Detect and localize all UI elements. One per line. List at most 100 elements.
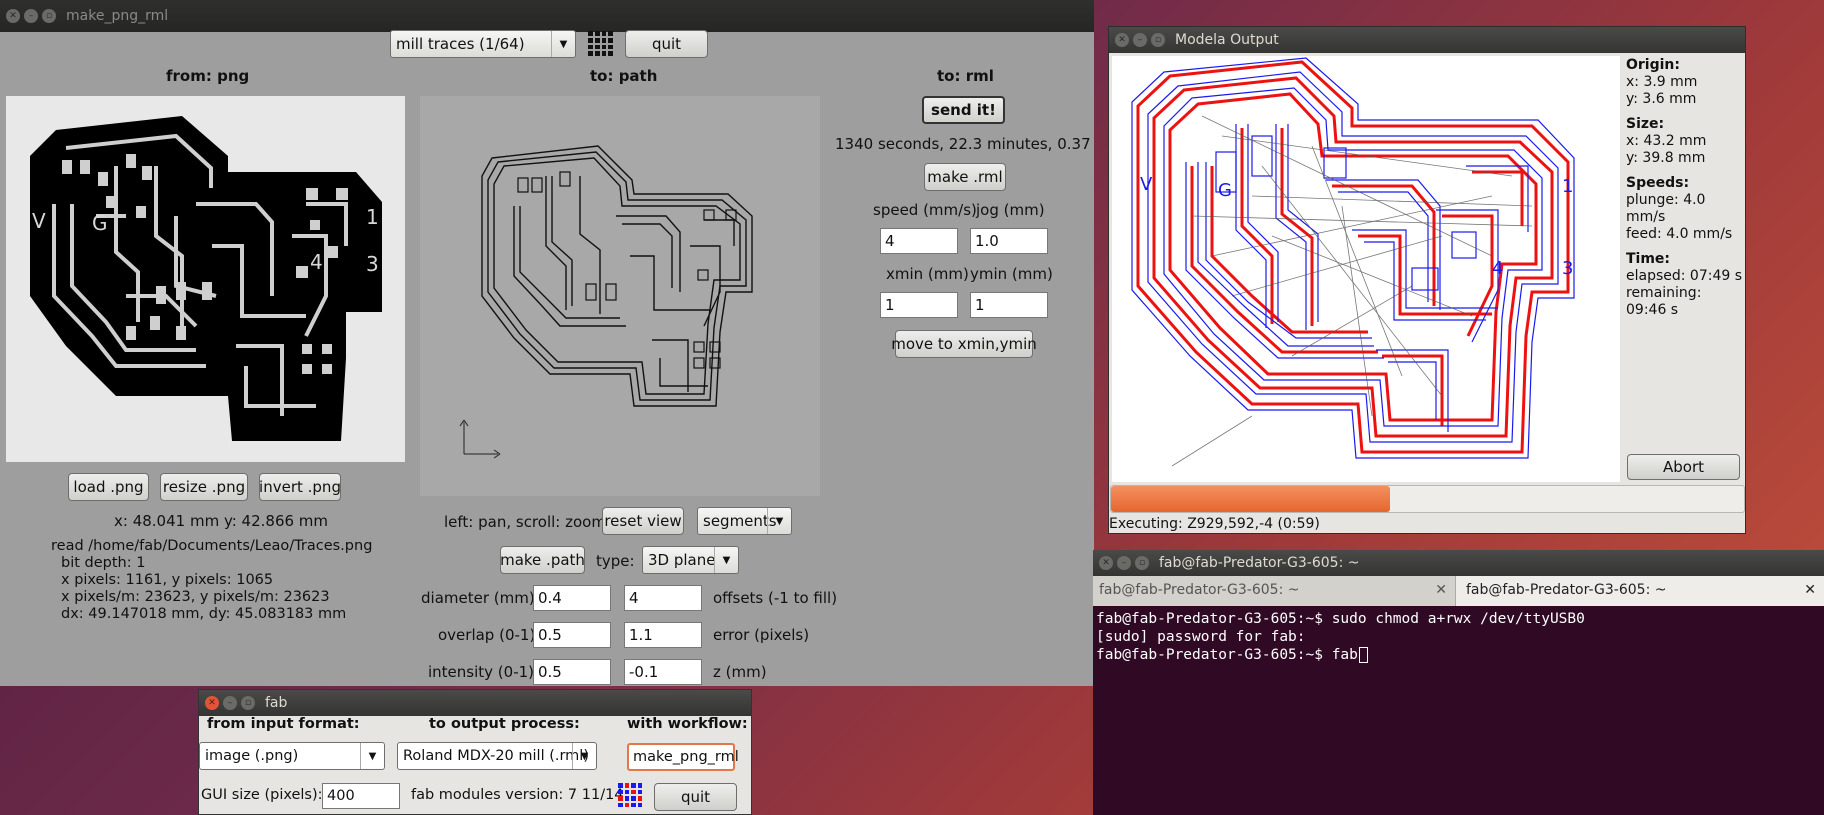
board-label-g: G [92,211,108,235]
terminal-window: ✕ – ▫ fab@fab-Predator-G3-605: ~ fab@fab… [1093,550,1824,815]
terminal-titlebar: ✕ – ▫ fab@fab-Predator-G3-605: ~ [1093,550,1824,576]
load-png-button[interactable]: load .png [68,473,149,501]
invert-png-button[interactable]: invert .png [259,473,341,501]
close-icon[interactable]: ✕ [1804,582,1816,598]
resize-png-button[interactable]: resize .png [160,473,248,501]
jog-label: jog (mm) [976,201,1045,219]
job-stats-panel: Origin: x: 3.9 mm y: 3.6 mm Size: x: 43.… [1626,57,1745,319]
fab-logo-icon [618,783,642,807]
intensity-input[interactable]: 0.5 [533,659,611,685]
xmin-input[interactable]: 1 [880,292,958,318]
send-it-button[interactable]: send it! [922,96,1005,124]
fab-quit-button[interactable]: quit [654,783,737,811]
maximize-icon[interactable]: ▫ [1135,556,1149,570]
board-label-1: 1 [366,205,379,229]
svg-text:G: G [1218,180,1232,201]
fab-window: ✕ – ▫ fab from input format: to output p… [198,689,752,815]
window-title: Modela Output [1175,32,1279,48]
minimize-icon[interactable]: – [1133,33,1147,47]
gui-size-label: GUI size (pixels): [201,787,323,803]
to-output-label: to output process: [429,716,580,732]
overlap-input[interactable]: 0.5 [533,622,611,648]
origin-y: y: 3.6 mm [1626,91,1697,107]
to-rml-header: to: rml [937,67,994,85]
board-label-3: 3 [366,252,379,276]
image-dimensions: x: 48.041 mm y: 42.866 mm [114,512,329,530]
output-process-select[interactable]: Roland MDX-20 mill (.rml) ▼ [397,742,597,770]
move-to-origin-button[interactable]: move to xmin,ymin [891,330,1037,358]
size-y: y: 39.8 mm [1626,150,1706,166]
mode-select[interactable]: mill traces (1/64) ▼ [390,30,576,58]
to-path-header: to: path [590,67,658,85]
make-rml-button[interactable]: make .rml [924,163,1006,191]
execution-status: Executing: Z929,592,-4 (0:59) [1109,516,1320,532]
offsets-input[interactable]: 4 [624,585,702,611]
reset-view-button[interactable]: reset view [602,507,684,535]
time-heading: Time: [1626,251,1671,267]
close-icon[interactable]: ✕ [1435,582,1447,598]
maximize-icon[interactable]: ▫ [241,696,255,710]
view-mode-select[interactable]: segments ▼ [697,507,792,535]
error-input[interactable]: 1.1 [624,622,702,648]
minimize-icon[interactable]: – [1117,556,1131,570]
size-heading: Size: [1626,116,1665,132]
workflow-input[interactable]: make_png_rml [627,743,739,771]
offsets-label: offsets (-1 to fill) [713,589,838,607]
quit-button[interactable]: quit [625,30,708,58]
output-process-value: Roland MDX-20 mill (.rml) [403,748,589,764]
ymin-input[interactable]: 1 [970,292,1048,318]
input-format-select[interactable]: image (.png) ▼ [199,742,385,770]
pcb-trace-image: V G 1 4 3 [30,116,382,441]
terminal-tab-2[interactable]: fab@fab-Predator-G3-605: ~ ✕ [1456,576,1824,606]
diameter-label: diameter (mm) [421,589,535,607]
jog-input[interactable]: 1.0 [970,228,1048,254]
speed-input[interactable]: 4 [880,228,958,254]
workflow-label: with workflow: [627,716,748,732]
feed-speed: feed: 4.0 mm/s [1626,226,1733,242]
origin-x: x: 3.9 mm [1626,74,1698,90]
maximize-icon[interactable]: ▫ [42,9,56,23]
svg-text:4: 4 [1492,258,1503,279]
terminal-tab-1[interactable]: fab@fab-Predator-G3-605: ~ ✕ [1093,576,1456,606]
minimize-icon[interactable]: – [223,696,237,710]
diameter-input[interactable]: 0.4 [533,585,611,611]
type-label: type: [596,552,635,570]
from-input-label: from input format: [207,716,360,732]
type-select-value: 3D plane [648,551,716,569]
close-icon[interactable]: ✕ [1115,33,1129,47]
origin-heading: Origin: [1626,57,1680,73]
close-icon[interactable]: ✕ [205,696,219,710]
terminal-line: [sudo] password for fab: [1096,629,1306,645]
maximize-icon[interactable]: ▫ [1151,33,1165,47]
job-timing: 1340 seconds, 22.3 minutes, 0.37 hours [835,135,1094,153]
window-title: fab@fab-Predator-G3-605: ~ [1159,555,1360,571]
image-info: read /home/fab/Documents/Leao/Traces.png… [51,538,372,623]
window-title: make_png_rml [66,8,169,24]
png-preview[interactable]: V G 1 4 3 [6,96,405,462]
view-mode-value: segments [703,512,777,530]
chevron-down-icon: ▼ [767,508,791,534]
abort-button[interactable]: Abort [1627,454,1740,480]
terminal-output[interactable]: fab@fab-Predator-G3-605:~$ sudo chmod a+… [1096,610,1585,664]
gui-size-input[interactable]: 400 [322,783,400,809]
terminal-line: fab@fab-Predator-G3-605:~$ fab [1096,647,1358,663]
svg-text:V: V [1140,174,1153,195]
close-icon[interactable]: ✕ [1099,556,1113,570]
terminal-prompt-line: fab@fab-Predator-G3-605:~$ fab [1096,646,1585,664]
z-input[interactable]: -0.1 [624,659,702,685]
terminal-tabbar: fab@fab-Predator-G3-605: ~ ✕ fab@fab-Pre… [1093,576,1824,606]
type-select[interactable]: 3D plane ▼ [642,546,739,574]
tab-label: fab@fab-Predator-G3-605: ~ [1466,582,1667,598]
close-icon[interactable]: ✕ [6,9,20,23]
speed-label: speed (mm/s) [873,201,977,219]
svg-text:3: 3 [1562,258,1573,279]
window-title: fab [265,695,288,711]
path-preview[interactable] [420,96,820,496]
progress-bar [1110,485,1745,513]
minimize-icon[interactable]: – [24,9,38,23]
make-path-button[interactable]: make .path [500,546,585,574]
remaining-time: remaining: 09:46 s [1626,285,1702,318]
chevron-down-icon: ▼ [714,547,738,573]
speeds-heading: Speeds: [1626,175,1690,191]
modela-titlebar: ✕ – ▫ Modela Output [1109,27,1745,53]
